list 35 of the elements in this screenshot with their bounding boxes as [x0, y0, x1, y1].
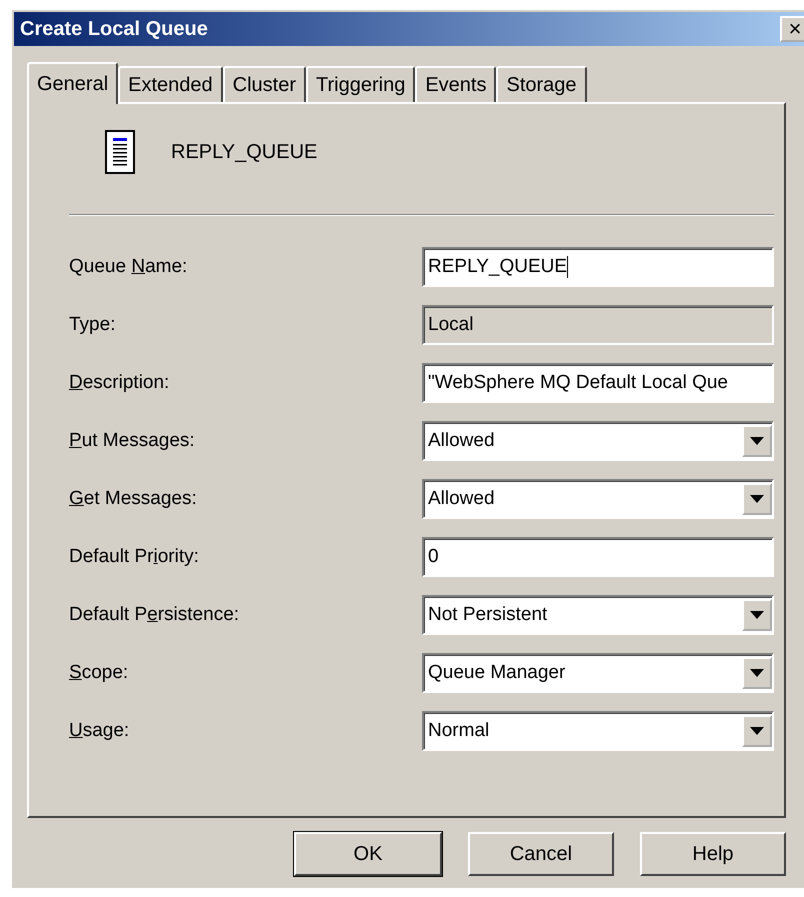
field-label: Scope: — [69, 662, 128, 684]
tab[interactable]: Triggering — [306, 66, 416, 102]
tab[interactable]: General — [27, 62, 118, 104]
dropdown-field[interactable]: Allowed — [422, 479, 774, 519]
caret-icon — [750, 495, 764, 503]
tab[interactable]: Storage — [496, 66, 587, 102]
queue-name-heading: REPLY_QUEUE — [171, 140, 318, 164]
tab[interactable]: Events — [415, 66, 496, 102]
field-label: Default Priority: — [69, 546, 199, 568]
queue-icon — [105, 130, 135, 174]
field-label: Usage: — [69, 720, 130, 742]
caret-icon — [750, 669, 764, 677]
dropdown-field[interactable]: Normal — [422, 711, 774, 751]
dialog-button[interactable]: Help — [640, 832, 786, 876]
field-label: Default Persistence: — [69, 604, 240, 626]
field-label: Type: — [69, 314, 116, 336]
field-label: Queue Name: — [69, 256, 188, 278]
caret-icon — [750, 437, 764, 445]
field-label: Put Messages: — [69, 430, 195, 452]
tab[interactable]: Cluster — [222, 66, 306, 102]
dropdown-field[interactable]: Queue Manager — [422, 653, 774, 693]
window-title: Create Local Queue — [20, 18, 208, 40]
dropdown-field[interactable]: Not Persistent — [422, 595, 774, 635]
dialog-button[interactable]: Cancel — [468, 832, 614, 876]
close-button[interactable]: × — [780, 16, 804, 42]
input-field[interactable]: "WebSphere MQ Default Local Que — [422, 363, 774, 403]
field-label: Description: — [69, 372, 170, 394]
field-label: Get Messages: — [69, 488, 197, 510]
dropdown-field[interactable]: Allowed — [422, 421, 774, 461]
caret-icon — [750, 611, 764, 619]
tab[interactable]: Extended — [118, 66, 223, 102]
input-field[interactable]: REPLY_QUEUE — [422, 247, 774, 287]
input-field[interactable]: 0 — [422, 537, 774, 577]
caret-icon — [750, 727, 764, 735]
dialog-button[interactable]: OK — [294, 832, 442, 876]
